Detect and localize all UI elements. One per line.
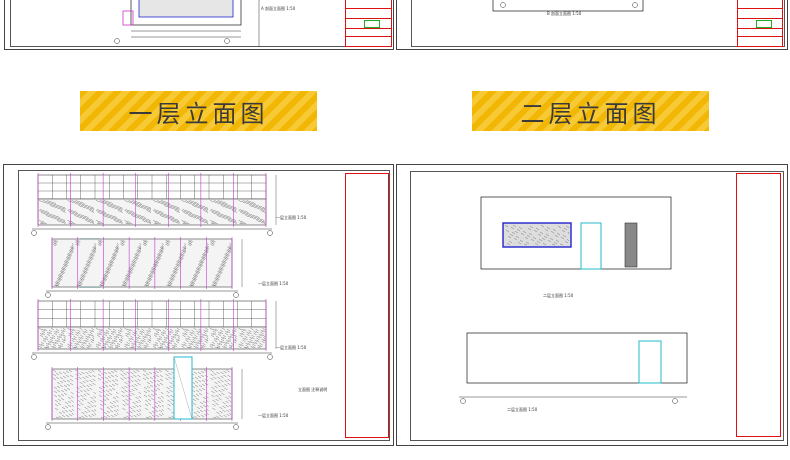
stone-base	[51, 238, 233, 288]
drawing-caption: A 剖面立面图 1:50	[261, 6, 296, 11]
drawing-sheet-floor1: 一层立面图 1:50 一层立面图 1:50 一层立面图 1:50 一层立面图 1…	[3, 164, 394, 446]
drawing-sheet-top-left: A 剖面立面图 1:50	[4, 0, 394, 50]
drawing-caption: 一层立面图 1:50	[276, 215, 307, 220]
window-frame	[502, 222, 572, 248]
axis-marker	[31, 354, 37, 360]
axis-marker	[267, 354, 273, 360]
banner-floor2-elevation: 二层立面图	[472, 91, 709, 131]
door-outline	[638, 340, 662, 384]
drawing-sheet-floor2: 二层立面图 1:50 二层立面图 1:50	[396, 164, 788, 446]
title-block	[345, 0, 392, 47]
axis-marker	[233, 292, 239, 298]
axis-marker	[233, 424, 239, 430]
drawing-caption: 二层立面图 1:50	[507, 407, 538, 412]
panel-dark	[624, 222, 638, 268]
drawing-caption: 二层立面图 1:50	[543, 293, 574, 298]
title-block	[737, 0, 783, 47]
title-block	[736, 173, 781, 437]
axis-marker	[45, 424, 51, 430]
stone-base	[51, 368, 233, 420]
axis-marker	[31, 230, 37, 236]
banner-floor1-elevation: 一层立面图	[80, 91, 317, 131]
door-outline	[580, 222, 602, 270]
drawing-caption: B 剖面立面图 1:50	[547, 11, 582, 16]
drawing-note: 立面图 注释说明	[298, 387, 328, 392]
title-block	[345, 173, 389, 438]
axis-marker	[267, 230, 273, 236]
elevation-drawing-partial	[114, 0, 260, 47]
drawing-caption: 一层立面图 1:50	[276, 345, 307, 350]
floor2-elevation-drawings	[459, 196, 688, 404]
drawing-caption: 一层立面图 1:50	[258, 281, 289, 286]
drawing-caption: 一层立面图 1:50	[258, 413, 289, 418]
floor1-elevation-drawings	[31, 173, 277, 430]
elevation-drawing-partial	[492, 0, 644, 12]
axis-marker	[460, 398, 466, 404]
axis-marker	[45, 292, 51, 298]
drawing-sheet-top-right: B 剖面立面图 1:50	[396, 0, 788, 50]
axis-marker	[672, 398, 678, 404]
